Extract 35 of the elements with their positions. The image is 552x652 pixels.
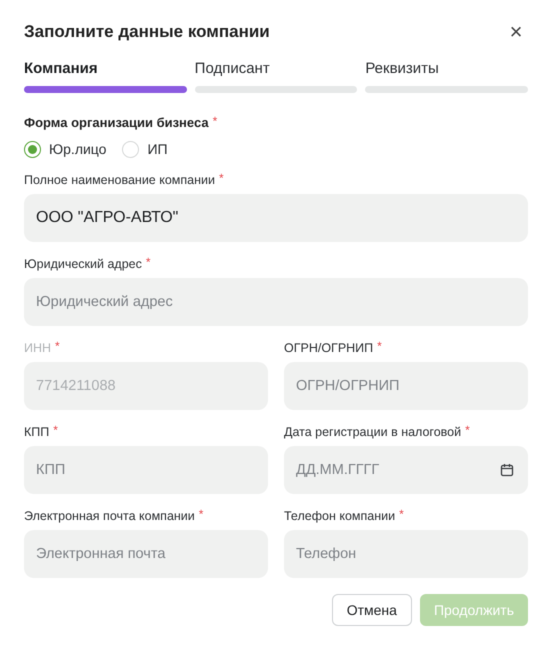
radio-label[interactable]: Юр.лицо xyxy=(49,139,106,160)
required-mark: * xyxy=(377,340,382,352)
cancel-button[interactable]: Отмена xyxy=(332,594,412,626)
required-mark: * xyxy=(218,172,224,184)
input-field[interactable]: Электронная почта xyxy=(24,530,268,578)
field-label: Телефон компании xyxy=(284,508,396,525)
required-mark: * xyxy=(55,340,60,352)
radio-label[interactable]: ИП xyxy=(147,139,168,160)
calendar-icon[interactable] xyxy=(500,463,514,477)
required-mark: * xyxy=(146,256,151,268)
input-field[interactable]: ООО "АГРО-АВТО" xyxy=(24,194,528,242)
field-label: Полное наименование компании xyxy=(24,172,215,189)
dialog-title: Заполните данные компании xyxy=(24,21,270,44)
field-label: КПП xyxy=(24,424,50,441)
date-field[interactable]: ДД.ММ.ГГГГ xyxy=(284,446,528,494)
field-label: Электронная почта компании xyxy=(24,508,195,525)
input-field[interactable]: ОГРН/ОГРНИП xyxy=(284,362,528,410)
field-label: Юридический адрес xyxy=(24,256,142,273)
radio-button[interactable] xyxy=(24,141,41,158)
required-mark: * xyxy=(53,424,58,436)
input-field[interactable]: Телефон xyxy=(284,530,528,578)
step-tab[interactable]: Подписант xyxy=(194,60,358,93)
step-tab[interactable]: Реквизиты xyxy=(365,60,528,93)
required-mark: * xyxy=(212,115,218,127)
field-label: ИНН xyxy=(24,340,52,357)
field-label: ОГРН/ОГРНИП xyxy=(284,340,374,357)
input-field[interactable]: Юридический адрес xyxy=(24,278,528,326)
required-mark: * xyxy=(198,508,204,520)
input-field[interactable]: КПП xyxy=(24,446,268,494)
field-label: Дата регистрации в налоговой xyxy=(284,424,462,441)
required-mark: * xyxy=(465,424,470,436)
required-mark: * xyxy=(399,508,404,520)
step-tab[interactable]: Компания xyxy=(24,60,187,93)
close-button[interactable]: × xyxy=(504,20,528,44)
section-label: Форма организации бизнеса xyxy=(24,114,209,132)
